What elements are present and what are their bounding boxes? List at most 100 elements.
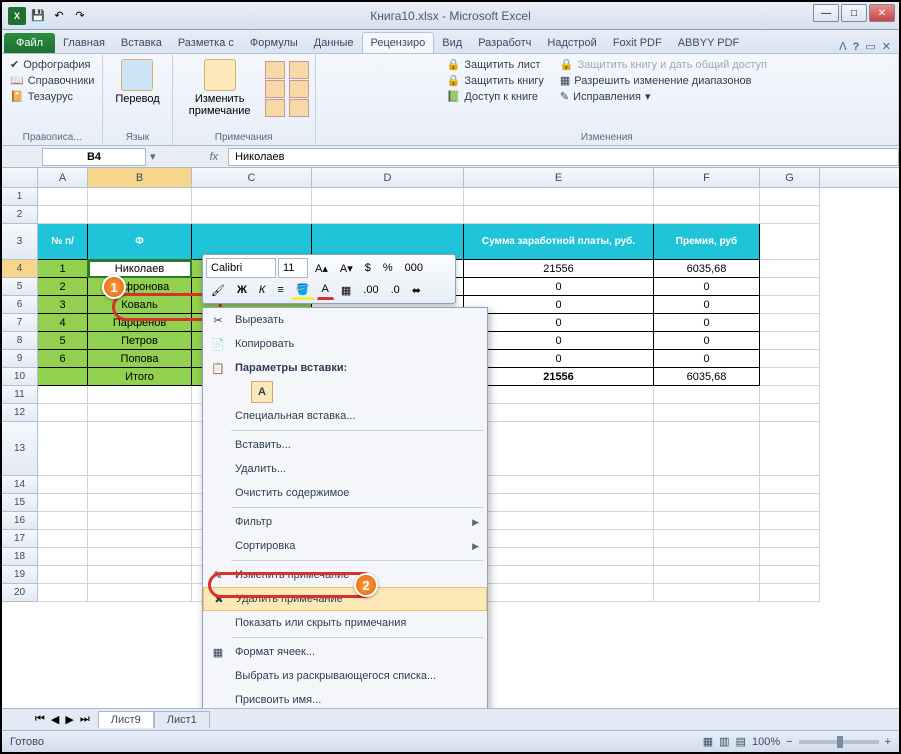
save-icon[interactable]: 💾 xyxy=(29,7,47,25)
cell[interactable] xyxy=(88,548,192,566)
table-cell-selected[interactable]: Николаев xyxy=(88,260,192,278)
cell[interactable] xyxy=(88,404,192,422)
font-size[interactable]: 11 xyxy=(278,258,308,278)
col-header-e[interactable]: E xyxy=(464,168,654,187)
tab-nav-prev-icon[interactable]: ◀ xyxy=(48,713,62,726)
view-break-icon[interactable]: ▤ xyxy=(736,735,746,748)
cell[interactable] xyxy=(88,422,192,476)
cell[interactable] xyxy=(88,512,192,530)
close-doc-icon[interactable]: ✕ xyxy=(882,40,891,53)
ctx-filter[interactable]: Фильтр▶ xyxy=(203,510,487,534)
cell[interactable] xyxy=(760,206,820,224)
cell[interactable] xyxy=(38,476,88,494)
cell[interactable] xyxy=(88,584,192,602)
decimal-inc-icon[interactable]: .00 xyxy=(358,280,383,300)
grow-font-icon[interactable]: A▴ xyxy=(310,258,333,278)
table-header-sum[interactable]: Сумма заработной платы, руб. xyxy=(464,224,654,260)
cell[interactable] xyxy=(760,530,820,548)
cell[interactable] xyxy=(38,422,88,476)
borders-icon[interactable]: ▦ xyxy=(336,280,356,300)
cell[interactable] xyxy=(38,530,88,548)
cell[interactable] xyxy=(654,548,760,566)
cell[interactable] xyxy=(760,260,820,278)
ctx-insert[interactable]: Вставить... xyxy=(203,433,487,457)
tab-developer[interactable]: Разработч xyxy=(470,33,539,53)
cell[interactable] xyxy=(464,566,654,584)
ctx-copy[interactable]: 📄Копировать xyxy=(203,332,487,356)
cell[interactable] xyxy=(760,368,820,386)
zoom-slider[interactable] xyxy=(799,740,879,744)
protect-sheet-button[interactable]: 🔒Защитить лист xyxy=(445,57,543,72)
col-header-a[interactable]: A xyxy=(38,168,88,187)
cell[interactable] xyxy=(760,386,820,404)
row-header[interactable]: 2 xyxy=(2,206,38,224)
cell[interactable] xyxy=(38,566,88,584)
cell[interactable] xyxy=(760,548,820,566)
show-all-icon[interactable] xyxy=(289,80,309,98)
col-header-f[interactable]: F xyxy=(654,168,760,187)
cell[interactable] xyxy=(464,584,654,602)
table-cell[interactable]: 6 xyxy=(38,350,88,368)
table-cell[interactable] xyxy=(38,368,88,386)
cell[interactable] xyxy=(760,584,820,602)
merge-icon[interactable]: ⬌ xyxy=(407,280,426,300)
share-book-button[interactable]: 📗Доступ к книге xyxy=(445,89,540,104)
col-header-c[interactable]: C xyxy=(192,168,312,187)
cell[interactable] xyxy=(88,530,192,548)
cell[interactable] xyxy=(88,566,192,584)
spell-check-button[interactable]: ✔Орфография xyxy=(8,57,92,72)
delete-comment-icon[interactable] xyxy=(265,61,285,79)
ctx-paste-opt-a[interactable]: A xyxy=(203,380,487,404)
cell[interactable] xyxy=(192,206,312,224)
row-header[interactable]: 14 xyxy=(2,476,38,494)
tab-view[interactable]: Вид xyxy=(434,33,470,53)
row-header[interactable]: 9 xyxy=(2,350,38,368)
row-header[interactable]: 6 xyxy=(2,296,38,314)
cell[interactable] xyxy=(654,404,760,422)
table-cell[interactable]: 6035,68 xyxy=(654,368,760,386)
help-icon[interactable]: ? xyxy=(853,41,860,53)
cell[interactable] xyxy=(760,350,820,368)
tab-file[interactable]: Файл xyxy=(4,33,55,53)
row-header[interactable]: 12 xyxy=(2,404,38,422)
cell[interactable] xyxy=(760,494,820,512)
cell[interactable] xyxy=(760,314,820,332)
cell[interactable] xyxy=(88,206,192,224)
ctx-paste-special[interactable]: Специальная вставка... xyxy=(203,404,487,428)
table-cell[interactable]: Петров xyxy=(88,332,192,350)
tab-nav-first-icon[interactable]: ⏮ xyxy=(32,713,48,726)
cell[interactable] xyxy=(464,404,654,422)
excel-icon[interactable]: X xyxy=(8,7,26,25)
table-cell[interactable]: 0 xyxy=(654,350,760,368)
align-icon[interactable]: ≡ xyxy=(272,280,288,300)
references-button[interactable]: 📖Справочники xyxy=(8,73,96,88)
table-cell[interactable]: 0 xyxy=(654,332,760,350)
bold-icon[interactable]: Ж xyxy=(232,280,252,300)
table-cell[interactable]: 4 xyxy=(38,314,88,332)
thesaurus-button[interactable]: 📔Тезаурус xyxy=(8,89,75,104)
cell[interactable] xyxy=(654,188,760,206)
show-ink-icon[interactable] xyxy=(289,99,309,117)
allow-ranges-button[interactable]: ▦Разрешить изменение диапазонов xyxy=(558,73,754,88)
zoom-out-icon[interactable]: − xyxy=(786,736,792,748)
row-header[interactable]: 7 xyxy=(2,314,38,332)
ctx-clear[interactable]: Очистить содержимое xyxy=(203,481,487,505)
cell[interactable] xyxy=(464,206,654,224)
table-cell-total[interactable]: Итого xyxy=(88,368,192,386)
minimize-button[interactable]: — xyxy=(813,4,839,22)
tab-abbyy[interactable]: ABBYY PDF xyxy=(670,33,748,53)
row-header[interactable]: 1 xyxy=(2,188,38,206)
table-header-num[interactable]: № п/ xyxy=(38,224,88,260)
table-cell[interactable]: 0 xyxy=(654,278,760,296)
track-changes-button[interactable]: ✎Исправления ▾ xyxy=(558,89,653,104)
col-header-d[interactable]: D xyxy=(312,168,464,187)
table-cell[interactable]: Коваль xyxy=(88,296,192,314)
cell[interactable] xyxy=(464,512,654,530)
row-header[interactable]: 19 xyxy=(2,566,38,584)
table-cell[interactable]: 0 xyxy=(654,296,760,314)
row-header[interactable]: 10 xyxy=(2,368,38,386)
tab-home[interactable]: Главная xyxy=(55,33,113,53)
ctx-cut[interactable]: ✂Вырезать xyxy=(203,308,487,332)
next-comment-icon[interactable] xyxy=(265,99,285,117)
cell[interactable] xyxy=(760,332,820,350)
